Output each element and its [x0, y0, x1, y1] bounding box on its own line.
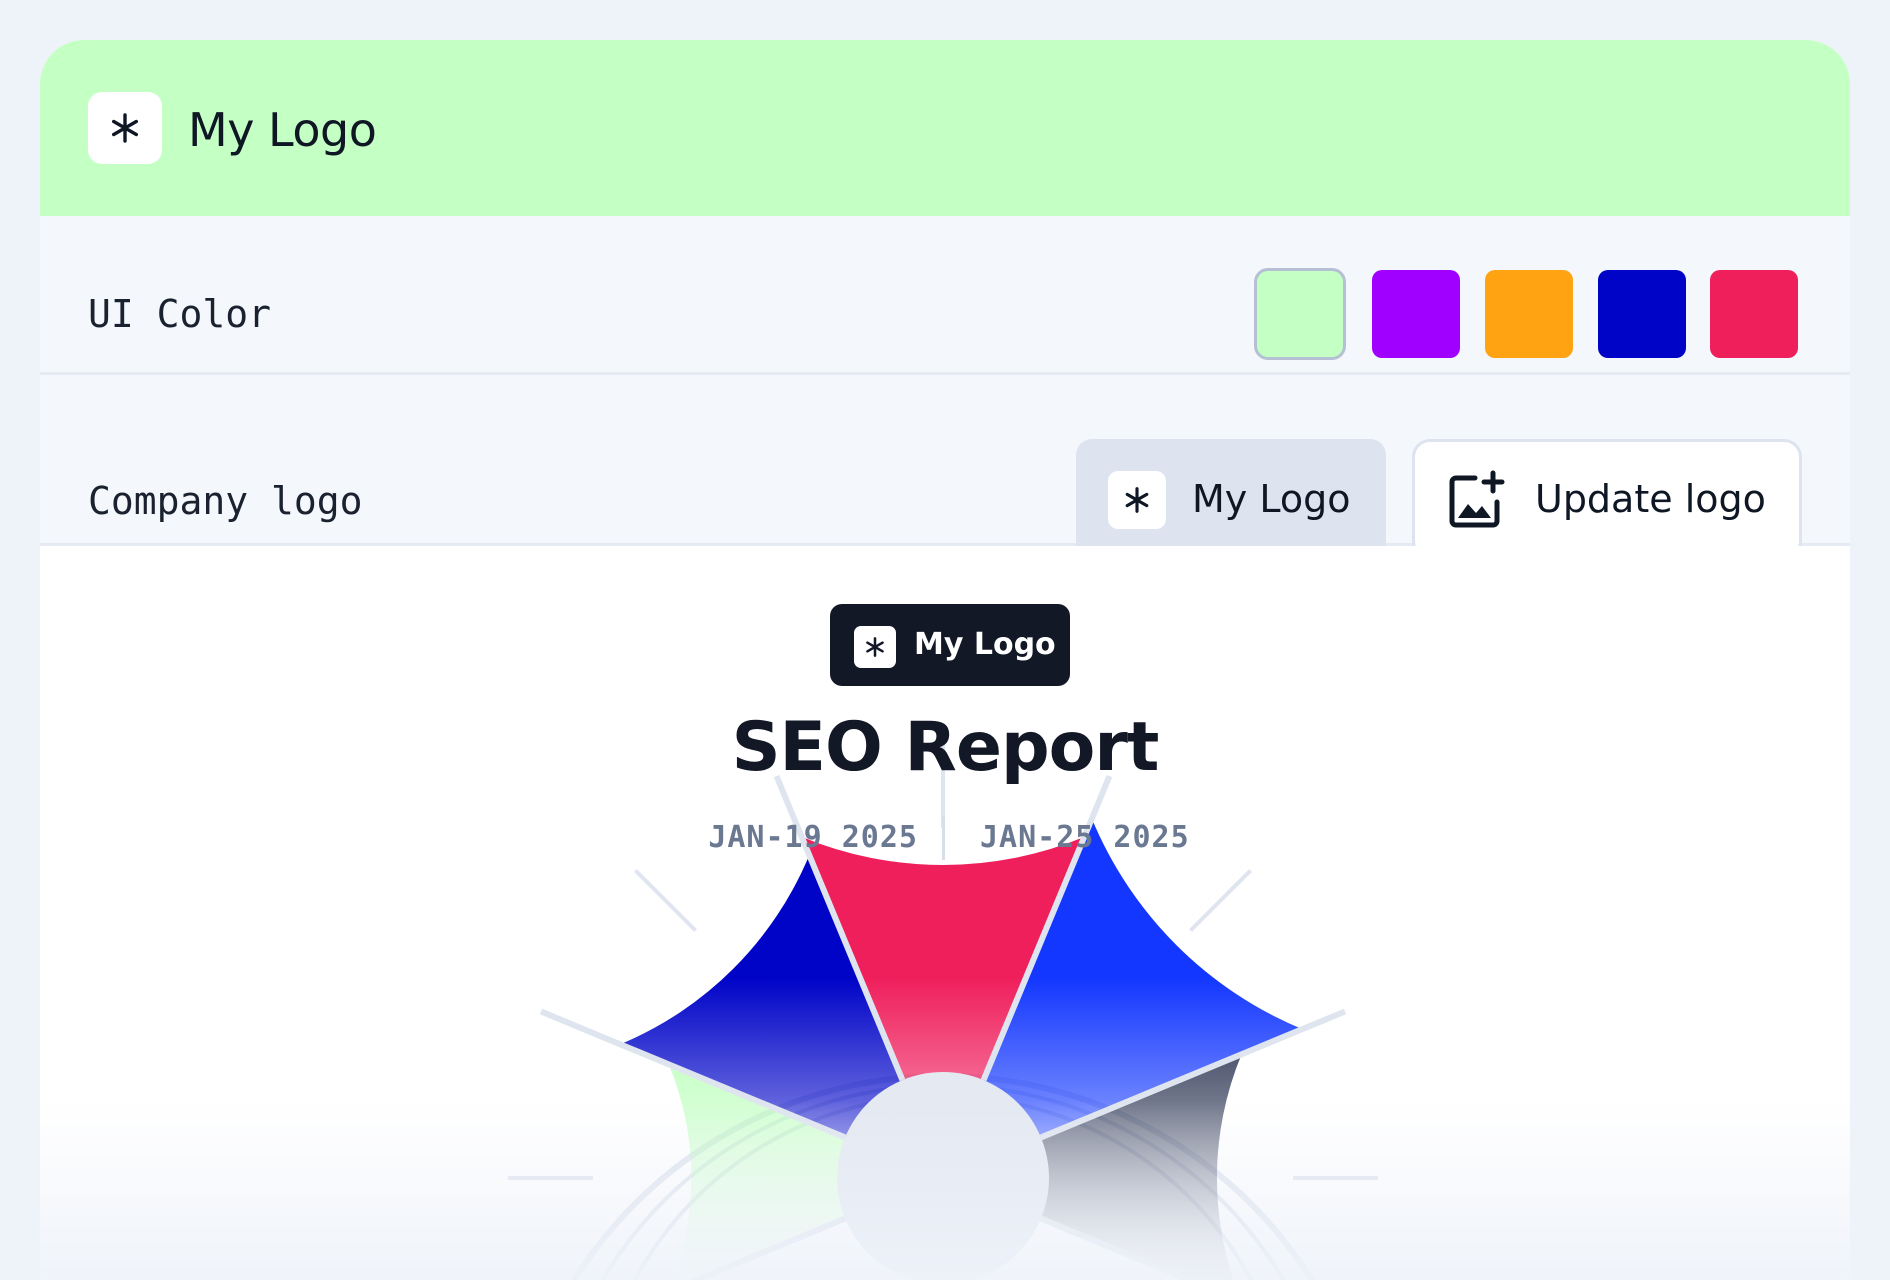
update-logo-button[interactable]: Update logo — [1412, 439, 1802, 559]
ui-color-row: UI Color — [40, 216, 1850, 375]
report-preview: My Logo SEO Report JAN-19 2025 JAN-25 20… — [40, 546, 1850, 1280]
company-logo-row: Company logo My Logo Update logo — [40, 375, 1850, 559]
report-logo-text: My Logo — [914, 627, 1056, 662]
date-end: JAN-25 2025 — [980, 820, 1190, 855]
chart-grid-spoke — [633, 868, 697, 932]
asterisk-icon — [866, 637, 884, 657]
color-swatch-orange[interactable] — [1485, 270, 1573, 358]
preview-header: My Logo — [40, 40, 1850, 216]
current-logo-chip: My Logo — [1076, 439, 1386, 559]
header-logo-text: My Logo — [188, 103, 377, 157]
report-date-range: JAN-19 2025 JAN-25 2025 — [40, 816, 1850, 860]
asterisk-icon — [112, 113, 138, 143]
date-divider — [942, 816, 945, 860]
color-swatch-purple[interactable] — [1372, 270, 1460, 358]
color-swatch-red[interactable] — [1710, 270, 1798, 358]
update-logo-label: Update logo — [1535, 477, 1766, 521]
asterisk-icon — [1125, 487, 1149, 513]
color-swatch-navy[interactable] — [1598, 270, 1686, 358]
date-start: JAN-19 2025 — [708, 820, 918, 855]
current-logo-text: My Logo — [1192, 477, 1351, 521]
chart-grid-spoke — [1189, 868, 1253, 932]
color-swatch-green[interactable] — [1254, 268, 1346, 360]
image-add-icon — [1449, 470, 1505, 528]
logo-box — [88, 92, 162, 164]
report-logo-box — [854, 626, 896, 668]
chart-center-hub — [837, 1072, 1049, 1280]
ui-color-label: UI Color — [88, 292, 272, 336]
settings-card: My Logo UI Color Company logo My Logo Up… — [40, 40, 1850, 1280]
report-logo-badge: My Logo — [830, 604, 1070, 686]
company-logo-label: Company logo — [88, 479, 363, 523]
app-frame: My Logo UI Color Company logo My Logo Up… — [0, 0, 1890, 1280]
report-title: SEO Report — [731, 708, 1160, 787]
logo-chip-box — [1108, 471, 1166, 529]
